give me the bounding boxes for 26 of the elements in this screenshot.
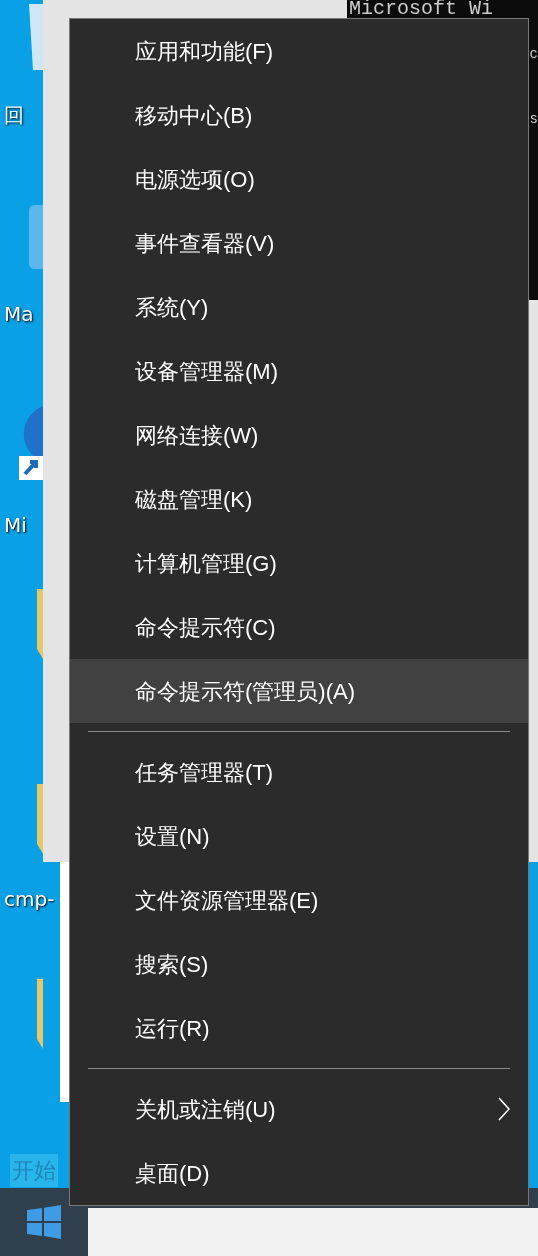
menu-item[interactable]: 任务管理器(T) <box>70 740 528 804</box>
windows-logo-icon <box>27 1205 61 1239</box>
menu-item[interactable]: 电源选项(O) <box>70 147 528 211</box>
menu-item[interactable]: 磁盘管理(K) <box>70 467 528 531</box>
menu-item[interactable]: 搜索(S) <box>70 932 528 996</box>
menu-item[interactable]: 设备管理器(M) <box>70 339 528 403</box>
menu-item[interactable]: 计算机管理(G) <box>70 531 528 595</box>
terminal-text: s <box>529 111 538 127</box>
desktop-icon-label: 回 <box>4 102 24 129</box>
menu-item[interactable]: 移动中心(B) <box>70 83 528 147</box>
menu-item[interactable]: 网络连接(W) <box>70 403 528 467</box>
menu-item[interactable]: 运行(R) <box>70 996 528 1060</box>
terminal-text: Microsoft Wi <box>349 0 494 20</box>
menu-item[interactable]: 命令提示符(管理员)(A) <box>70 659 528 723</box>
menu-item[interactable]: 命令提示符(C) <box>70 595 528 659</box>
desktop-icon-label: Ma <box>4 301 34 328</box>
terminal-text: c <box>529 46 538 62</box>
menu-item[interactable]: 文件资源管理器(E) <box>70 868 528 932</box>
menu-item[interactable]: 设置(N) <box>70 804 528 868</box>
menu-item[interactable]: 应用和功能(F) <box>70 19 528 83</box>
menu-item[interactable]: 系统(Y) <box>70 275 528 339</box>
menu-item[interactable]: 桌面(D) <box>70 1141 528 1205</box>
desktop-icon-label: Mi <box>4 512 27 539</box>
desktop-icon-label: cmp- <box>4 886 55 913</box>
menu-item[interactable]: 事件查看器(V) <box>70 211 528 275</box>
menu-item[interactable]: 关机或注销(U) <box>70 1077 528 1141</box>
